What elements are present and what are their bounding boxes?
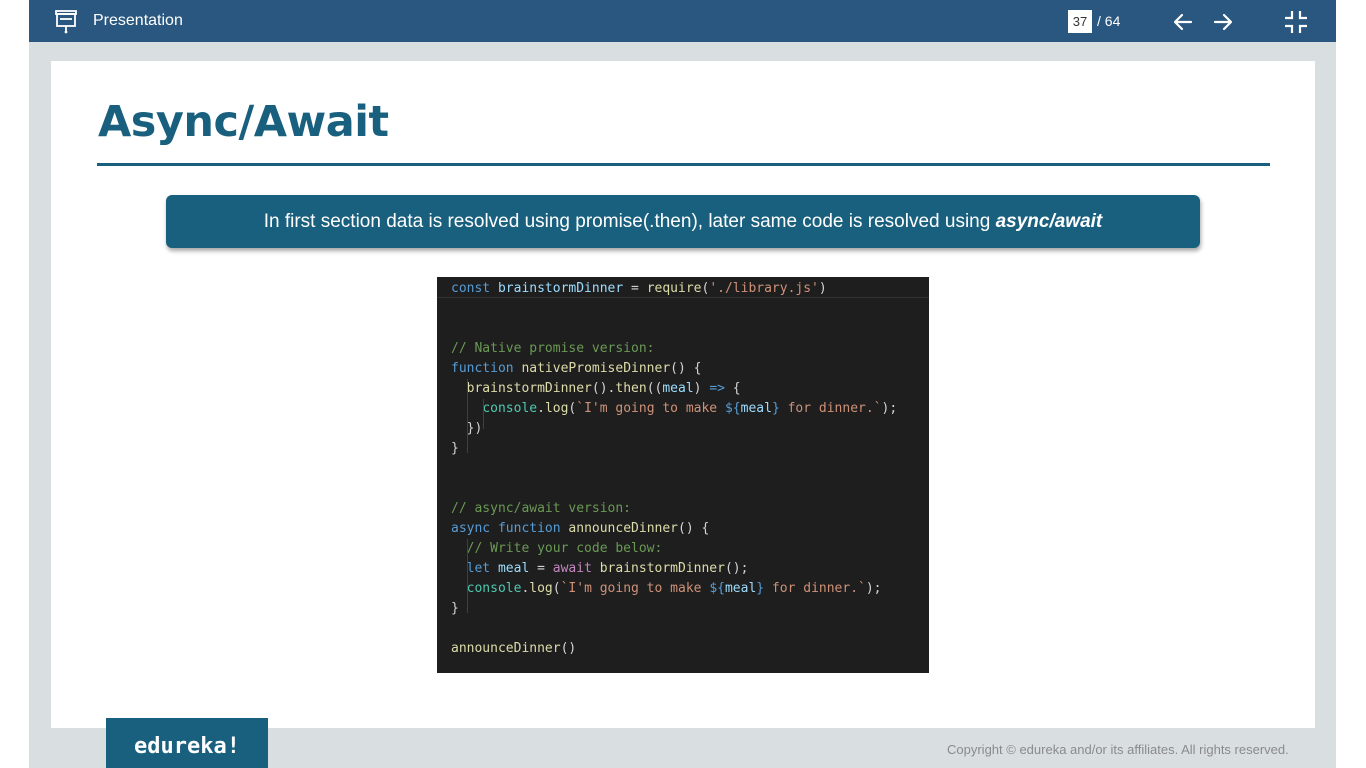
code-line: // Write your code below:: [451, 541, 663, 556]
code-line: console.log(`I'm going to make ${meal} f…: [466, 581, 882, 596]
code-line: function nativePromiseDinner() {: [451, 361, 702, 376]
presentation-icon: [55, 10, 77, 34]
info-banner: In first section data is resolved using …: [166, 195, 1200, 248]
indent-guide: [467, 379, 468, 453]
code-line: async function announceDinner() {: [451, 521, 710, 536]
code-line: }: [451, 601, 459, 616]
viewer-toolbar: Presentation 37 / 64: [29, 0, 1336, 42]
arrow-left-icon[interactable]: [1171, 10, 1195, 34]
slide: Async/Await In first section data is res…: [51, 61, 1315, 728]
slide-title: Async/Await: [98, 97, 389, 147]
page-number-input[interactable]: 37: [1068, 10, 1092, 33]
viewer-title: Presentation: [93, 12, 183, 29]
code-line: const brainstormDinner = require('./libr…: [451, 281, 827, 296]
code-line: }: [451, 441, 459, 456]
indent-guide: [467, 539, 468, 613]
code-line: // Native promise version:: [451, 341, 655, 356]
edureka-logo: edureka!: [106, 718, 268, 768]
banner-emphasis: async/await: [995, 211, 1103, 232]
code-line: announceDinner(): [451, 641, 577, 656]
copyright-text: Copyright © edureka and/or its affiliate…: [947, 742, 1289, 757]
code-line: // async/await version:: [451, 501, 632, 516]
page-total: / 64: [1097, 13, 1121, 29]
banner-text: In first section data is resolved using …: [263, 211, 996, 232]
code-screenshot: const brainstormDinner = require('./libr…: [437, 277, 929, 673]
arrow-right-icon[interactable]: [1211, 10, 1235, 34]
code-line: let meal = await brainstormDinner();: [466, 561, 749, 576]
exit-fullscreen-icon[interactable]: [1283, 9, 1309, 35]
indent-guide: [483, 399, 484, 429]
title-underline: [97, 163, 1270, 166]
code-line: brainstormDinner().then((meal) => {: [466, 381, 741, 396]
code-line: console.log(`I'm going to make ${meal} f…: [482, 401, 898, 416]
